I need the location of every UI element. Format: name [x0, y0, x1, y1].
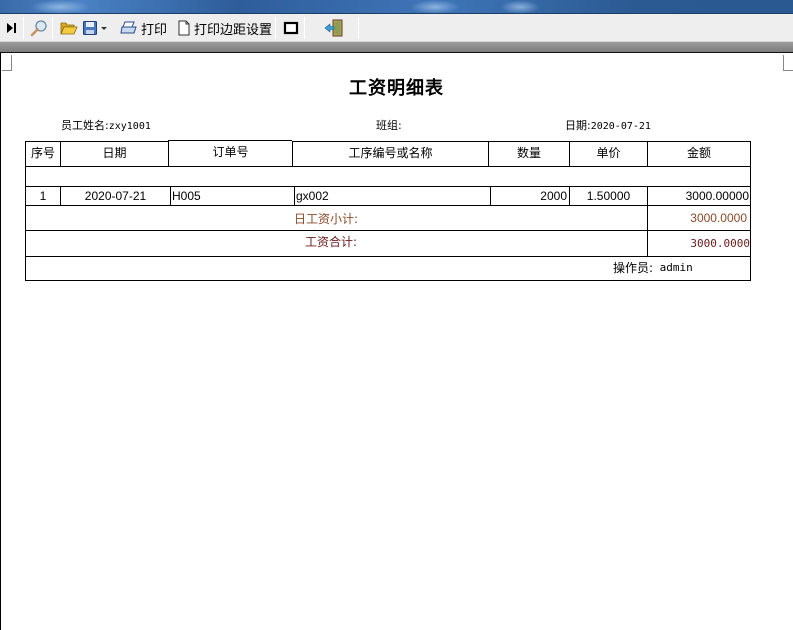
table-line [25, 280, 751, 281]
operator-label: 操作员: [613, 260, 654, 275]
margin-corner-mark [2, 55, 12, 71]
row-order: H005 [172, 189, 201, 203]
table-line [25, 205, 751, 206]
column-header-amount: 金额 [686, 145, 711, 160]
column-header-price: 单价 [596, 145, 621, 160]
row-amount: 3000.00000 [685, 189, 749, 203]
exit-door-icon [324, 19, 343, 37]
toolbar-separator [275, 17, 276, 39]
column-header-order: 订单号 [212, 144, 249, 159]
toolbar-separator [304, 17, 305, 39]
print-margin-settings-button[interactable]: 打印边距设置 [175, 17, 274, 39]
date-field: 日期:2020-07-21 [565, 117, 651, 133]
preview-area-top-bar [0, 42, 793, 53]
print-margin-settings-label: 打印边距设置 [194, 22, 273, 38]
table-line [25, 256, 751, 257]
save-icon [83, 21, 97, 35]
print-label: 打印 [141, 22, 168, 38]
frame-button[interactable] [281, 17, 301, 39]
margin-corner-mark [783, 55, 793, 71]
zoom-icon [30, 20, 47, 37]
open-button[interactable] [58, 17, 80, 39]
column-header-seq: 序号 [30, 145, 55, 160]
daily-subtotal-label: 日工资小计: [294, 211, 359, 226]
zoom-button[interactable] [28, 17, 50, 39]
table-line [170, 186, 171, 206]
employee-name-value: zxy1001 [108, 121, 151, 132]
page-border [0, 53, 1, 630]
print-icon [120, 21, 137, 34]
exit-button[interactable] [322, 17, 346, 39]
row-process: gx002 [296, 189, 329, 203]
titlebar-highlight [500, 0, 540, 14]
employee-name-field: 员工姓名:zxy1001 [61, 117, 151, 133]
team-label: 班组: [376, 119, 402, 132]
toolbar-separator [358, 17, 359, 39]
report-title: 工资明细表 [349, 78, 444, 99]
table-line [25, 166, 751, 167]
titlebar-highlight [30, 0, 90, 14]
dropdown-arrow-icon[interactable] [100, 24, 108, 32]
row-date: 2020-07-21 [84, 189, 147, 203]
last-page-icon [7, 23, 16, 33]
operator-field: 操作员: admin [613, 258, 733, 276]
column-header-date: 日期 [102, 145, 127, 160]
column-header-qty: 数量 [516, 145, 541, 160]
print-button[interactable]: 打印 [118, 17, 169, 39]
page-icon [178, 20, 190, 36]
report-page [0, 53, 793, 630]
total-value: 3000.0000 [690, 236, 750, 250]
table-line [25, 167, 26, 281]
employee-name-label: 员工姓名: [61, 119, 109, 132]
total-label: 工资合计: [305, 234, 358, 249]
window-titlebar [0, 0, 793, 14]
last-page-button[interactable] [2, 17, 20, 39]
date-label: 日期: [565, 119, 591, 132]
save-button[interactable] [80, 17, 110, 39]
frame-icon [283, 21, 299, 35]
open-folder-icon [60, 22, 78, 35]
toolbar-separator [23, 17, 24, 39]
row-price: 1.50000 [586, 189, 631, 203]
print-preview-toolbar: 打印 打印边距设置 [0, 14, 793, 42]
row-qty: 2000 [540, 189, 567, 203]
titlebar-highlight [410, 0, 460, 14]
table-line [750, 167, 751, 281]
table-line [294, 186, 295, 206]
column-header-process: 工序编号或名称 [348, 145, 433, 160]
table-line [750, 141, 751, 167]
row-seq: 1 [39, 189, 47, 203]
operator-value: admin [659, 260, 693, 274]
daily-subtotal-value: 3000.0000 [690, 211, 747, 225]
date-value: 2020-07-21 [590, 121, 651, 132]
toolbar-separator [52, 17, 53, 39]
table-line [25, 230, 751, 231]
team-field: 班组: [376, 117, 402, 133]
